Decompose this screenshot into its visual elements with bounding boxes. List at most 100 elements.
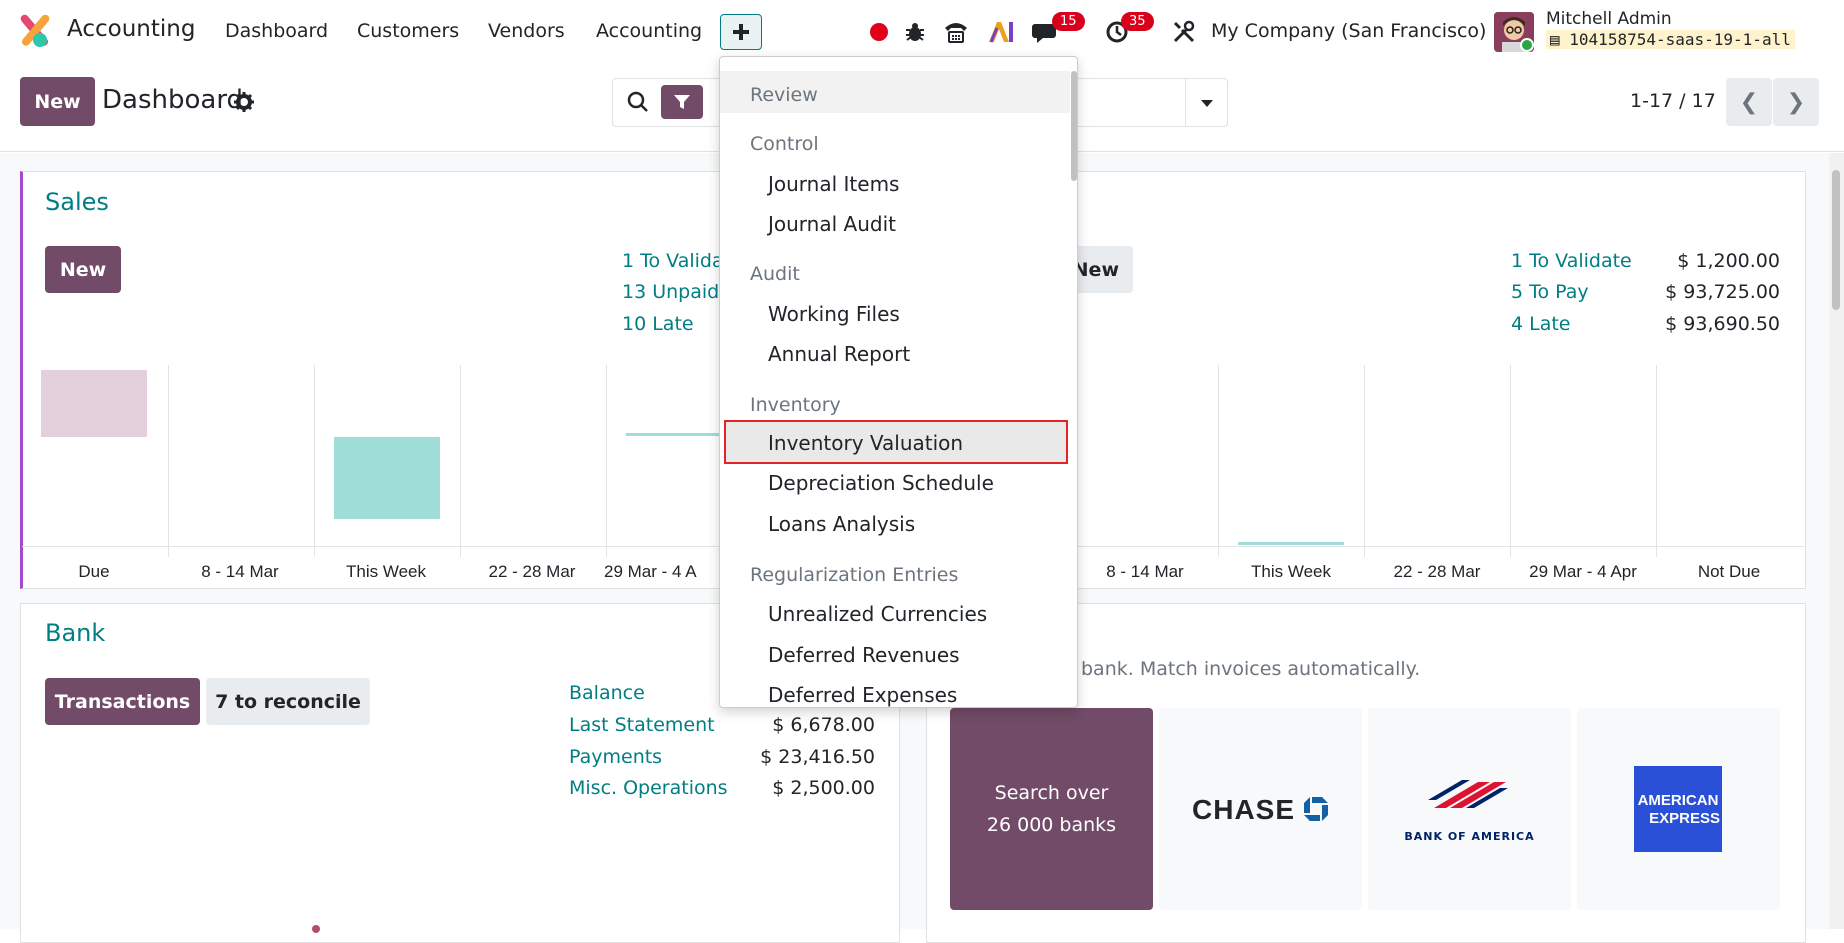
chart-x-label: 22 - 28 Mar [1393, 562, 1481, 581]
messages-badge: 15 [1052, 12, 1085, 31]
bank-balance-label[interactable]: Balance [569, 682, 645, 704]
menu-item-journal-audit[interactable]: Journal Audit [768, 212, 896, 236]
dropdown-header-control: Control [750, 133, 819, 155]
user-name[interactable]: Mitchell Admin [1546, 9, 1672, 29]
search-options-toggle[interactable] [1185, 78, 1228, 127]
menu-dashboard[interactable]: Dashboard [225, 20, 328, 42]
page-scrollbar-thumb[interactable] [1832, 170, 1840, 310]
app-name[interactable]: Accounting [67, 16, 195, 42]
gear-icon[interactable] [234, 92, 254, 112]
chart-gridline [314, 365, 315, 557]
activities-badge: 35 [1121, 12, 1154, 31]
online-status-icon [1520, 38, 1534, 52]
pager-previous-button[interactable]: ❮ [1726, 78, 1772, 126]
dropdown-header-audit: Audit [750, 263, 800, 285]
chart-gridline [460, 365, 461, 557]
menu-item-depreciation-schedule[interactable]: Depreciation Schedule [768, 471, 994, 495]
dropdown-header-inventory: Inventory [750, 394, 841, 416]
bank-graph-point [312, 925, 320, 933]
purchase-to-pay-amount: $ 93,725.00 [1665, 281, 1780, 303]
bank-last-statement-label[interactable]: Last Statement [569, 714, 715, 736]
transactions-button[interactable]: Transactions [45, 678, 200, 725]
sales-new-button[interactable]: New [45, 246, 121, 293]
bank-misc-operations-amount: $ 2,500.00 [772, 777, 875, 799]
chart-x-label: Not Due [1697, 562, 1761, 581]
amex-logo-line2: EXPRESS [1649, 810, 1720, 827]
menu-vendors[interactable]: Vendors [488, 20, 565, 42]
chart-bar-this-week[interactable] [1238, 542, 1344, 545]
chart-gridline [168, 365, 169, 557]
database-name: ▤ 104158754-saas-19-1-all [1546, 30, 1795, 49]
menu-item-deferred-expenses[interactable]: Deferred Expenses [768, 683, 957, 707]
search-icon [627, 91, 648, 112]
bank-payments-label[interactable]: Payments [569, 746, 662, 768]
search-banks-tile[interactable]: Search over 26 000 banks [950, 708, 1153, 910]
database-icon: ▤ [1550, 30, 1560, 49]
new-button[interactable]: New [20, 77, 95, 126]
chart-x-label: 29 Mar - 4 Apr [1529, 562, 1637, 581]
record-icon[interactable] [868, 18, 890, 46]
chart-bar-due[interactable] [41, 370, 147, 437]
bank-card-title[interactable]: Bank [45, 619, 105, 647]
plus-icon [733, 24, 749, 40]
filter-icon [674, 95, 690, 109]
sales-late-link[interactable]: 10 Late [622, 313, 694, 335]
chart-x-label: 29 Mar - 4 A [604, 562, 697, 581]
purchase-to-pay-link[interactable]: 5 To Pay [1511, 281, 1589, 303]
chart-gridline [1364, 365, 1365, 557]
chart-x-label: 22 - 28 Mar [488, 562, 576, 581]
menu-item-deferred-revenues[interactable]: Deferred Revenues [768, 643, 960, 667]
chevron-right-icon: ❯ [1786, 89, 1806, 115]
purchase-late-amount: $ 93,690.50 [1665, 313, 1780, 335]
menu-item-inventory-valuation[interactable]: Inventory Valuation [768, 431, 963, 455]
menu-customers[interactable]: Customers [357, 20, 459, 42]
bank-last-statement-amount: $ 6,678.00 [772, 714, 875, 736]
app-logo-icon[interactable] [18, 14, 52, 48]
chase-logo-text: CHASE [1192, 794, 1296, 825]
american-express-tile[interactable]: AMERICAN EXPRESS [1577, 708, 1780, 910]
phone-icon[interactable] [942, 18, 970, 46]
menu-item-journal-items[interactable]: Journal Items [768, 172, 899, 196]
bug-icon[interactable] [902, 18, 928, 46]
menu-accounting[interactable]: Accounting [596, 20, 702, 42]
chart-gridline [1218, 365, 1219, 557]
dropdown-scrollbar-thumb[interactable] [1071, 71, 1077, 181]
chart-gridline [1656, 365, 1657, 557]
chase-logo-icon [1304, 797, 1328, 821]
sales-unpaid-link[interactable]: 13 Unpaid [622, 281, 719, 303]
bank-misc-operations-label[interactable]: Misc. Operations [569, 777, 728, 799]
bank-of-america-logo-icon [1428, 780, 1508, 808]
chart-x-label: This Week [346, 562, 426, 581]
chart-x-label: This Week [1251, 562, 1331, 581]
filter-chip[interactable] [661, 85, 703, 119]
purchase-to-validate-link[interactable]: 1 To Validate [1511, 250, 1632, 272]
menu-item-unrealized-currencies[interactable]: Unrealized Currencies [768, 602, 987, 626]
chart-bar-this-week[interactable] [334, 437, 440, 519]
chart-x-label: Due [78, 562, 110, 581]
chart-bar-29-mar[interactable] [626, 433, 720, 436]
caret-down-icon [1201, 99, 1213, 107]
company-switcher[interactable]: My Company (San Francisco) [1211, 20, 1486, 42]
sales-card-title[interactable]: Sales [45, 188, 109, 216]
bank-payments-amount: $ 23,416.50 [760, 746, 875, 768]
dropdown-header-regularization: Regularization Entries [750, 564, 959, 586]
chase-bank-tile[interactable]: CHASE [1159, 708, 1362, 910]
sales-to-validate-link[interactable]: 1 To Valida [622, 250, 724, 272]
purchase-late-link[interactable]: 4 Late [1511, 313, 1571, 335]
menu-item-working-files[interactable]: Working Files [768, 302, 900, 326]
bank-connect-subtitle: bank. Match invoices automatically. [1081, 658, 1421, 680]
dropdown-header-review: Review [750, 84, 818, 106]
ai-icon[interactable] [986, 18, 1016, 46]
quick-create-button[interactable] [720, 14, 762, 50]
purchase-to-validate-amount: $ 1,200.00 [1677, 250, 1780, 272]
pager-value[interactable]: 1-17 / 17 [1630, 90, 1716, 112]
bank-of-america-tile[interactable]: BANK OF AMERICA [1368, 708, 1571, 910]
menu-item-annual-report[interactable]: Annual Report [768, 342, 910, 366]
menu-item-loans-analysis[interactable]: Loans Analysis [768, 512, 915, 536]
tools-icon[interactable] [1170, 18, 1198, 46]
pager-next-button[interactable]: ❯ [1773, 78, 1819, 126]
quick-create-dropdown: Review Control Journal Items Journal Aud… [719, 56, 1078, 708]
chevron-left-icon: ❮ [1739, 89, 1759, 115]
chart-gridline [606, 365, 607, 557]
reconcile-button[interactable]: 7 to reconcile [206, 678, 370, 725]
